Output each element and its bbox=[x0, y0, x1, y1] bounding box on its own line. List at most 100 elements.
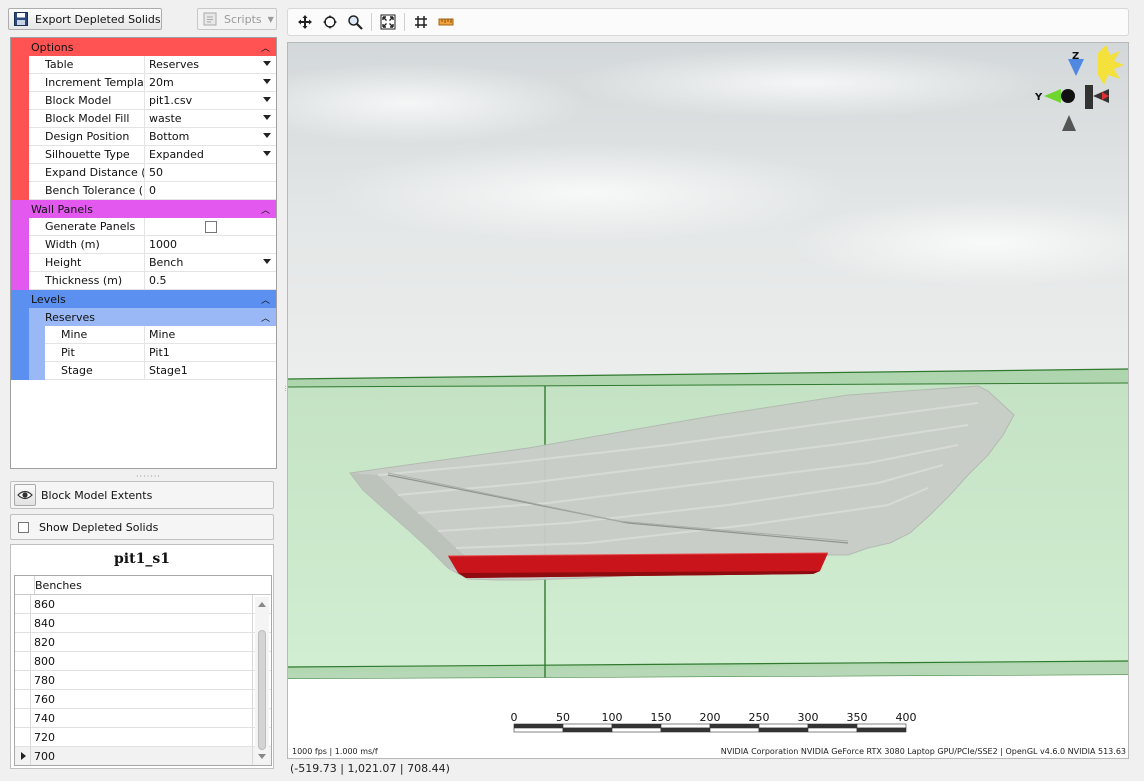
property-value[interactable]: pit1.csv bbox=[145, 92, 276, 109]
property-row[interactable]: Expand Distance (... 50 bbox=[29, 164, 276, 182]
property-value[interactable]: 0.5 bbox=[145, 272, 276, 289]
show-depleted-solids-row[interactable]: Show Depleted Solids bbox=[10, 514, 274, 540]
column-header-benches[interactable]: Benches bbox=[34, 576, 256, 594]
property-value[interactable]: 1000 bbox=[145, 236, 276, 253]
table-row[interactable]: 700 bbox=[15, 747, 271, 765]
options-category[interactable]: Options ︿ bbox=[11, 38, 276, 56]
property-key: Expand Distance (... bbox=[29, 164, 145, 181]
scale-segment bbox=[562, 727, 613, 733]
ruler-icon[interactable] bbox=[435, 11, 457, 33]
property-key: Increment Template bbox=[29, 74, 145, 91]
property-row[interactable]: Block Model Fill waste bbox=[29, 110, 276, 128]
scale-segment bbox=[513, 727, 564, 733]
scale-segment bbox=[807, 727, 858, 733]
block-model-extents-toggle[interactable]: Block Model Extents bbox=[10, 481, 274, 509]
show-depleted-solids-label: Show Depleted Solids bbox=[39, 520, 159, 534]
property-value[interactable]: Stage1 bbox=[145, 362, 276, 379]
property-row[interactable]: Thickness (m) 0.5 bbox=[29, 272, 276, 290]
eye-icon[interactable] bbox=[14, 484, 36, 506]
row-header[interactable] bbox=[15, 747, 31, 765]
dropdown-arrow-icon[interactable] bbox=[263, 133, 271, 138]
property-value[interactable]: Bench bbox=[145, 254, 276, 271]
property-value-text: pit1.csv bbox=[149, 94, 193, 107]
table-row[interactable]: 780 bbox=[15, 671, 271, 690]
scale-segment bbox=[611, 723, 662, 729]
property-row[interactable]: Table Reserves bbox=[29, 56, 276, 74]
scale-segment bbox=[611, 727, 662, 733]
dropdown-arrow-icon[interactable] bbox=[263, 151, 271, 156]
grid-icon[interactable] bbox=[410, 11, 432, 33]
property-row[interactable]: Generate Panels bbox=[29, 218, 276, 236]
property-row[interactable]: Mine Mine bbox=[29, 326, 276, 344]
levels-category[interactable]: Levels ︿ bbox=[11, 290, 276, 308]
wall-panels-category[interactable]: Wall Panels ︿ bbox=[11, 200, 276, 218]
table-row[interactable]: 760 bbox=[15, 690, 271, 709]
property-row[interactable]: Height Bench bbox=[29, 254, 276, 272]
rotate-icon[interactable] bbox=[319, 11, 341, 33]
zoom-extents-icon[interactable] bbox=[377, 11, 399, 33]
property-row[interactable]: Pit Pit1 bbox=[29, 344, 276, 362]
property-value[interactable] bbox=[145, 218, 276, 235]
row-header[interactable] bbox=[15, 652, 31, 670]
property-row[interactable]: Design Position Bottom bbox=[29, 128, 276, 146]
property-row[interactable]: Bench Tolerance (... 0 bbox=[29, 182, 276, 200]
collapse-icon[interactable]: ︿ bbox=[261, 203, 270, 216]
table-row[interactable]: 860 bbox=[15, 595, 271, 614]
dropdown-arrow-icon[interactable] bbox=[263, 115, 271, 120]
table-row[interactable]: 800 bbox=[15, 652, 271, 671]
dropdown-arrow-icon[interactable] bbox=[263, 79, 271, 84]
property-value[interactable]: Pit1 bbox=[145, 344, 276, 361]
row-header[interactable] bbox=[15, 614, 31, 632]
dropdown-arrow-icon[interactable] bbox=[263, 259, 271, 264]
property-row[interactable]: Block Model pit1.csv bbox=[29, 92, 276, 110]
row-header[interactable] bbox=[15, 633, 31, 651]
table-row[interactable]: 720 bbox=[15, 728, 271, 747]
export-depleted-solids-button[interactable]: Export Depleted Solids bbox=[8, 8, 162, 30]
table-row[interactable]: 840 bbox=[15, 614, 271, 633]
scale-segment bbox=[660, 727, 711, 733]
scroll-down-icon[interactable] bbox=[258, 754, 266, 759]
dropdown-arrow-icon[interactable] bbox=[263, 97, 271, 102]
scale-segment bbox=[758, 723, 809, 729]
row-header[interactable] bbox=[15, 728, 31, 746]
property-row[interactable]: Increment Template 20m bbox=[29, 74, 276, 92]
property-row[interactable]: Stage Stage1 bbox=[29, 362, 276, 380]
property-key: Pit bbox=[29, 344, 145, 361]
reserves-subcategory-title: Reserves bbox=[45, 310, 95, 324]
scale-tick-label: 400 bbox=[896, 711, 917, 724]
zoom-icon[interactable] bbox=[344, 11, 366, 33]
property-value[interactable]: Bottom bbox=[145, 128, 276, 145]
scroll-thumb[interactable] bbox=[258, 630, 266, 750]
property-row[interactable]: Width (m) 1000 bbox=[29, 236, 276, 254]
property-value[interactable]: 0 bbox=[145, 182, 276, 199]
show-depleted-solids-checkbox[interactable] bbox=[18, 521, 29, 533]
scroll-up-icon[interactable] bbox=[258, 602, 266, 607]
3d-viewport[interactable]: Z Y 0 50 100 150 200 250 300 350 400 1000 fps | … bbox=[287, 42, 1129, 759]
property-row[interactable]: Silhouette Type Expanded bbox=[29, 146, 276, 164]
scripts-button[interactable]: Scripts ▼ bbox=[197, 8, 277, 30]
generate-panels-checkbox[interactable] bbox=[205, 221, 217, 233]
row-header[interactable] bbox=[15, 671, 31, 689]
property-value[interactable]: Mine bbox=[145, 326, 276, 343]
horizontal-splitter[interactable]: ······· bbox=[136, 472, 161, 481]
collapse-icon[interactable]: ︿ bbox=[261, 311, 270, 324]
property-value[interactable]: Expanded bbox=[145, 146, 276, 163]
property-value[interactable]: waste bbox=[145, 110, 276, 127]
property-key: Thickness (m) bbox=[29, 272, 145, 289]
collapse-icon[interactable]: ︿ bbox=[261, 293, 270, 306]
table-row[interactable]: 740 bbox=[15, 709, 271, 728]
property-value[interactable]: 20m bbox=[145, 74, 276, 91]
row-header[interactable] bbox=[15, 595, 31, 613]
vertical-scrollbar[interactable] bbox=[255, 597, 269, 763]
pan-icon[interactable] bbox=[294, 11, 316, 33]
row-header[interactable] bbox=[15, 709, 31, 727]
dropdown-arrow-icon[interactable] bbox=[263, 61, 271, 66]
status-bar: (-519.73 | 1,021.07 | 708.44) bbox=[287, 759, 1129, 777]
cloud bbox=[568, 48, 1048, 118]
property-value[interactable]: 50 bbox=[145, 164, 276, 181]
reserves-subcategory[interactable]: Reserves ︿ bbox=[29, 308, 276, 326]
row-header[interactable] bbox=[15, 690, 31, 708]
table-row[interactable]: 820 bbox=[15, 633, 271, 652]
collapse-icon[interactable]: ︿ bbox=[261, 41, 270, 54]
property-value[interactable]: Reserves bbox=[145, 56, 276, 73]
